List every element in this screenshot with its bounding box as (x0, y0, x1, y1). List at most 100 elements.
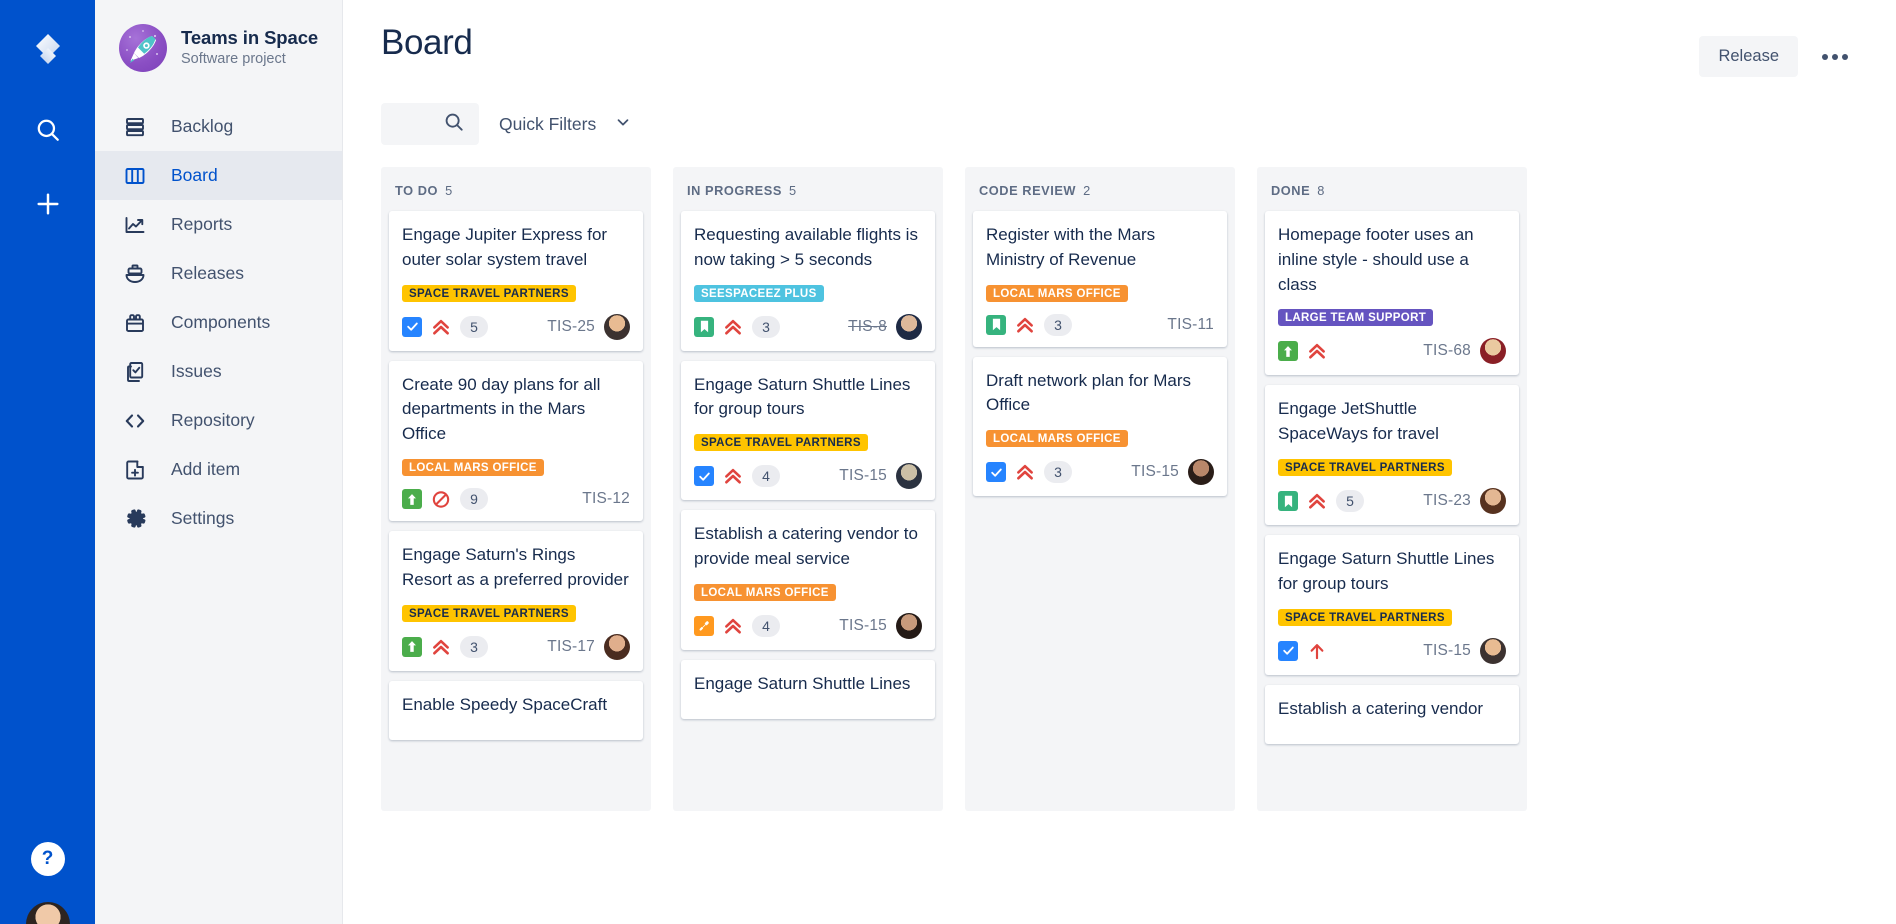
epic-label[interactable]: SPACE TRAVEL PARTNERS (402, 284, 576, 302)
column-header: TO DO 5 (381, 167, 651, 211)
board-column: DONE 8 Homepage footer uses an inline sty… (1257, 167, 1527, 811)
header-actions: Release (1699, 22, 1856, 77)
card-footer: 4 TIS-15 (694, 463, 922, 490)
issue-key[interactable]: TIS-23 (1423, 492, 1471, 510)
story-point-badge: 5 (1336, 490, 1364, 513)
sidebar-item-label: Board (171, 165, 218, 185)
issue-key[interactable]: TIS-11 (1167, 316, 1214, 334)
release-button[interactable]: Release (1699, 36, 1798, 77)
epic-label[interactable]: SPACE TRAVEL PARTNERS (1278, 459, 1452, 477)
avatar[interactable] (896, 463, 922, 490)
task-check-icon (986, 462, 1006, 483)
releases-icon (121, 260, 149, 288)
issue-key[interactable]: TIS-17 (547, 638, 595, 656)
sidebar-item-settings[interactable]: Settings (95, 494, 342, 543)
board-card[interactable]: Requesting available flights is now taki… (681, 211, 935, 351)
priority-high-icon (1307, 641, 1327, 661)
card-title: Engage Jupiter Express for outer solar s… (402, 225, 608, 269)
avatar[interactable] (1480, 637, 1506, 664)
issue-key[interactable]: TIS-12 (582, 490, 630, 508)
epic-label[interactable]: LOCAL MARS OFFICE (986, 430, 1128, 448)
sidebar-item-releases[interactable]: Releases (95, 249, 342, 298)
issue-key[interactable]: TIS-8 (848, 318, 887, 336)
quick-filters-dropdown[interactable]: Quick Filters (489, 105, 642, 144)
sidebar-item-components[interactable]: Components (95, 298, 342, 347)
jira-board-app: ? Teams in Space Software project Backlo… (0, 0, 1896, 924)
issue-key[interactable]: TIS-15 (839, 617, 887, 635)
column-count: 5 (784, 183, 797, 198)
column-name: DONE (1271, 183, 1311, 198)
avatar[interactable] (1188, 459, 1214, 486)
project-sidebar: Teams in Space Software project Backlog (95, 0, 343, 924)
sidebar-item-repository[interactable]: Repository (95, 396, 342, 445)
board-card[interactable]: Engage Saturn Shuttle Lines for group to… (681, 360, 935, 501)
avatar[interactable] (25, 902, 70, 924)
plus-icon[interactable] (24, 180, 72, 228)
board-card[interactable]: Register with the Mars Ministry of Reven… (973, 211, 1227, 347)
card-title: Engage Saturn Shuttle Lines (694, 673, 911, 693)
board-card[interactable]: Engage Saturn's Rings Resort as a prefer… (389, 531, 643, 671)
column-header: CODE REVIEW 2 (965, 167, 1235, 211)
improvement-up-icon (1278, 341, 1298, 362)
avatar[interactable] (604, 313, 630, 340)
sidebar-item-reports[interactable]: Reports (95, 200, 342, 249)
project-text: Teams in Space Software project (181, 26, 318, 71)
board-card[interactable]: Engage Saturn Shuttle Lines (681, 659, 935, 719)
board-card[interactable]: Draft network plan for Mars Office LOCAL … (973, 356, 1227, 497)
sidebar-item-issues[interactable]: Issues (95, 347, 342, 396)
avatar[interactable] (604, 633, 630, 660)
priority-blocker-icon (431, 489, 451, 509)
avatar[interactable] (896, 612, 922, 639)
sidebar-item-add-item[interactable]: Add item (95, 445, 342, 494)
main-content: Board Release Quick Filters TO DO 5 Enga… (343, 0, 1896, 924)
jira-logo-icon[interactable] (21, 26, 75, 80)
avatar[interactable] (1480, 488, 1506, 515)
epic-label[interactable]: LOCAL MARS OFFICE (986, 284, 1128, 302)
card-title: Engage JetShuttle SpaceWays for travel (1278, 399, 1439, 444)
avatar[interactable] (896, 313, 922, 340)
board-card[interactable]: Create 90 day plans for all departments … (389, 360, 643, 522)
board-card[interactable]: Establish a catering vendor to provide m… (681, 510, 935, 650)
board-card[interactable]: Engage Jupiter Express for outer solar s… (389, 211, 643, 351)
search-icon[interactable] (24, 106, 72, 154)
column-name: CODE REVIEW (979, 183, 1077, 198)
card-footer: TIS-15 (1278, 637, 1506, 664)
help-icon[interactable]: ? (30, 842, 65, 876)
priority-highest-icon (1015, 462, 1035, 482)
board-card[interactable]: Enable Speedy SpaceCraft (389, 680, 643, 740)
epic-label[interactable]: SPACE TRAVEL PARTNERS (402, 604, 576, 622)
epic-label[interactable]: LOCAL MARS OFFICE (402, 459, 544, 477)
epic-label[interactable]: SEESPACEEZ PLUS (694, 284, 824, 302)
bug-wrench-icon (694, 615, 714, 636)
issue-key[interactable]: TIS-68 (1423, 342, 1471, 360)
issue-key[interactable]: TIS-15 (1423, 642, 1471, 660)
issue-key[interactable]: TIS-25 (547, 318, 595, 336)
column-card-list: Homepage footer uses an inline style - s… (1257, 211, 1527, 811)
avatar[interactable] (1480, 338, 1506, 365)
sidebar-item-backlog[interactable]: Backlog (95, 102, 342, 151)
card-footer: 3 TIS-15 (986, 459, 1214, 486)
project-name: Teams in Space (181, 26, 319, 48)
page-header: Board Release (381, 0, 1896, 77)
page-title: Board (381, 23, 473, 62)
story-point-badge: 3 (1044, 313, 1072, 336)
task-check-icon (1278, 640, 1298, 661)
sidebar-item-label: Issues (171, 361, 222, 381)
epic-label[interactable]: LOCAL MARS OFFICE (694, 583, 836, 601)
epic-label[interactable]: SPACE TRAVEL PARTNERS (1278, 608, 1452, 626)
epic-label[interactable]: LARGE TEAM SUPPORT (1278, 309, 1434, 327)
board-card[interactable]: Homepage footer uses an inline style - s… (1265, 211, 1519, 376)
board-card[interactable]: Engage JetShuttle SpaceWays for travel SP… (1265, 385, 1519, 526)
priority-highest-icon (723, 317, 743, 337)
story-point-badge: 3 (460, 635, 488, 658)
story-point-badge: 9 (460, 488, 488, 511)
sidebar-item-board[interactable]: Board (95, 151, 342, 200)
project-header[interactable]: Teams in Space Software project (95, 24, 342, 72)
issue-key[interactable]: TIS-15 (839, 467, 887, 485)
issue-key[interactable]: TIS-15 (1131, 463, 1179, 481)
board-card[interactable]: Establish a catering vendor (1265, 684, 1519, 744)
epic-label[interactable]: SPACE TRAVEL PARTNERS (694, 434, 868, 452)
board-card[interactable]: Engage Saturn Shuttle Lines for group to… (1265, 535, 1519, 675)
search-input[interactable] (381, 103, 479, 145)
more-actions-icon[interactable] (1814, 48, 1856, 66)
